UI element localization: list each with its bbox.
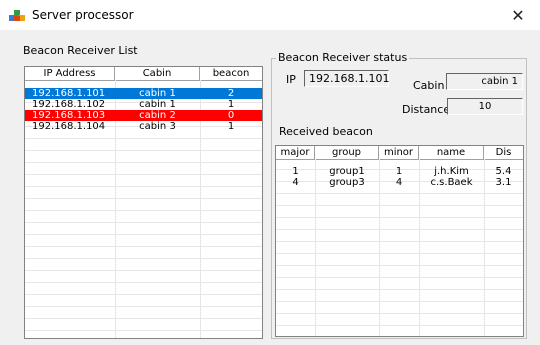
receiver-list-title: Beacon Receiver List xyxy=(23,44,138,57)
row-beacon: 2 xyxy=(227,88,235,99)
row-dis: 3.1 xyxy=(495,177,512,188)
row-dis: 5.4 xyxy=(495,166,512,177)
app-icon xyxy=(9,10,25,21)
row-cabin: cabin 3 xyxy=(139,121,176,132)
column-header-name[interactable]: name xyxy=(419,146,484,159)
column-header-cabin[interactable]: Cabin xyxy=(115,67,200,80)
close-button[interactable]: ✕ xyxy=(496,0,540,30)
row-major: 4 xyxy=(292,177,299,188)
receiver-row[interactable]: 192.168.1.104 cabin 3 1 xyxy=(25,121,262,132)
column-header-beacon[interactable]: beacon xyxy=(200,67,262,80)
receiver-row[interactable]: 192.168.1.103 cabin 2 0 xyxy=(25,110,262,121)
row-group: group1 xyxy=(329,166,365,177)
row-ip: 192.168.1.101 xyxy=(32,88,106,99)
received-beacon-title: Received beacon xyxy=(279,125,373,138)
cabin-label: Cabin xyxy=(413,79,445,92)
status-group-title: Beacon Receiver status xyxy=(276,51,410,64)
title-bar: Server processor ✕ xyxy=(0,0,540,30)
receiver-list-header: IP Address Cabin beacon xyxy=(25,67,262,81)
column-header-major[interactable]: major xyxy=(276,146,315,159)
cabin-value-field: cabin 1 xyxy=(446,73,523,90)
column-header-minor[interactable]: minor xyxy=(379,146,419,159)
beacon-row[interactable]: 4 group3 4 c.s.Baek 3.1 xyxy=(276,177,523,188)
column-header-dis[interactable]: Dis xyxy=(484,146,523,159)
received-beacon-header: major group minor name Dis xyxy=(276,146,523,160)
row-ip: 192.168.1.103 xyxy=(32,110,106,121)
row-cabin: cabin 1 xyxy=(139,99,176,110)
row-group: group3 xyxy=(329,177,365,188)
beacon-row[interactable]: 1 group1 1 j.h.Kim 5.4 xyxy=(276,166,523,177)
ip-value-field: 192.168.1.101 xyxy=(304,70,389,87)
column-header-group[interactable]: group xyxy=(315,146,379,159)
row-beacon: 0 xyxy=(227,110,235,121)
row-beacon: 1 xyxy=(227,99,235,110)
column-header-ip[interactable]: IP Address xyxy=(25,67,115,80)
row-ip: 192.168.1.104 xyxy=(32,121,106,132)
window-title: Server processor xyxy=(32,8,134,22)
row-name: j.h.Kim xyxy=(434,166,469,177)
distance-label: Distance xyxy=(402,103,451,116)
row-beacon: 1 xyxy=(227,121,235,132)
distance-value-field: 10 xyxy=(447,98,523,115)
received-beacon-list[interactable]: major group minor name Dis 1 group1 1 j.… xyxy=(275,145,524,337)
row-cabin: cabin 1 xyxy=(139,88,176,99)
row-name: c.s.Baek xyxy=(430,177,473,188)
ip-label: IP xyxy=(286,73,296,86)
row-ip: 192.168.1.102 xyxy=(32,99,106,110)
row-minor: 4 xyxy=(395,177,403,188)
row-major: 1 xyxy=(292,166,299,177)
row-cabin: cabin 2 xyxy=(139,110,176,121)
row-minor: 1 xyxy=(395,166,403,177)
server-processor-window: Server processor ✕ Beacon Receiver List … xyxy=(0,0,540,345)
receiver-list[interactable]: IP Address Cabin beacon 192.168.1.101 ca… xyxy=(24,66,263,339)
receiver-row[interactable]: 192.168.1.102 cabin 1 1 xyxy=(25,99,262,110)
receiver-row[interactable]: 192.168.1.101 cabin 1 2 xyxy=(25,88,262,99)
